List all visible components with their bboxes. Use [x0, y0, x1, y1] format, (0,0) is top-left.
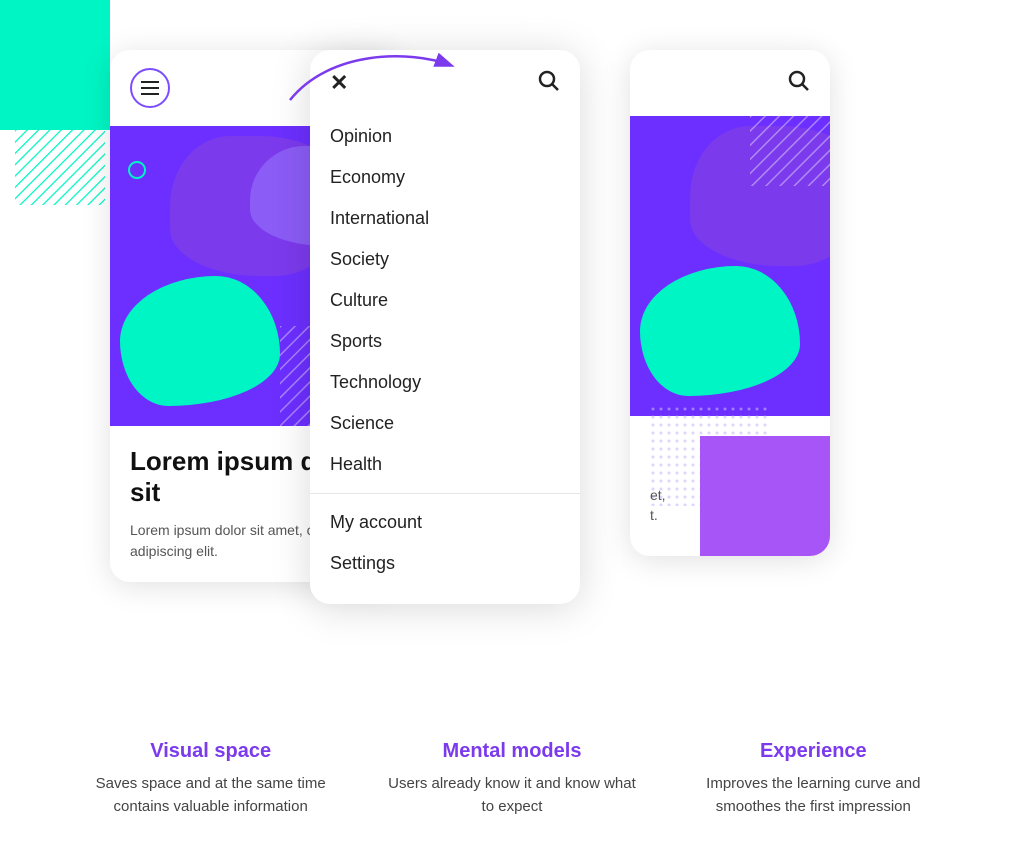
feature-desc-3: Improves the learning curve and smoothes…	[683, 773, 944, 818]
main-container: Lorem ipsum dolor sit Lorem ipsum dolor …	[0, 0, 1024, 818]
hamburger-button[interactable]	[130, 68, 170, 108]
right-text-partial-1: et,	[650, 485, 666, 506]
feature-title-1: Visual space	[80, 740, 341, 763]
hero-image-right	[630, 116, 830, 416]
menu-item-technology[interactable]: Technology	[330, 362, 560, 403]
menu-panel: ✕ Opinion Economy International Society …	[310, 50, 580, 604]
menu-item-opinion[interactable]: Opinion	[330, 116, 560, 157]
hamburger-line-1	[141, 81, 159, 83]
arrow-decoration	[270, 40, 470, 120]
search-button-menu[interactable]	[536, 68, 560, 98]
menu-item-health[interactable]: Health	[330, 444, 560, 485]
menu-secondary-items: My account Settings	[310, 502, 580, 584]
phones-area: Lorem ipsum dolor sit Lorem ipsum dolor …	[0, 30, 1024, 710]
feature-visual-space: Visual space Saves space and at the same…	[60, 740, 361, 818]
menu-item-society[interactable]: Society	[330, 239, 560, 280]
circle-small	[128, 161, 146, 179]
phone-right-partial: et, t.	[630, 50, 830, 556]
blob-green	[120, 276, 280, 406]
menu-item-economy[interactable]: Economy	[330, 157, 560, 198]
menu-item-sports[interactable]: Sports	[330, 321, 560, 362]
hamburger-line-2	[141, 87, 159, 89]
search-button-right[interactable]	[786, 68, 810, 98]
menu-item-myaccount[interactable]: My account	[330, 502, 560, 543]
feature-title-3: Experience	[683, 740, 944, 763]
menu-item-science[interactable]: Science	[330, 403, 560, 444]
feature-experience: Experience Improves the learning curve a…	[663, 740, 964, 818]
feature-title-2: Mental models	[381, 740, 642, 763]
phone-right-header	[630, 50, 830, 116]
menu-nav-items: Opinion Economy International Society Cu…	[310, 116, 580, 485]
menu-item-international[interactable]: International	[330, 198, 560, 239]
blob-right-green	[640, 266, 800, 396]
menu-item-culture[interactable]: Culture	[330, 280, 560, 321]
features-section: Visual space Saves space and at the same…	[0, 710, 1024, 818]
feature-mental-models: Mental models Users already know it and …	[361, 740, 662, 818]
feature-desc-2: Users already know it and know what to e…	[381, 773, 642, 818]
menu-divider	[310, 493, 580, 494]
feature-desc-1: Saves space and at the same time contain…	[80, 773, 341, 818]
hamburger-line-3	[141, 93, 159, 95]
menu-item-settings[interactable]: Settings	[330, 543, 560, 584]
purple-decoration-block	[700, 436, 830, 556]
right-text-partial-2: t.	[650, 505, 658, 526]
